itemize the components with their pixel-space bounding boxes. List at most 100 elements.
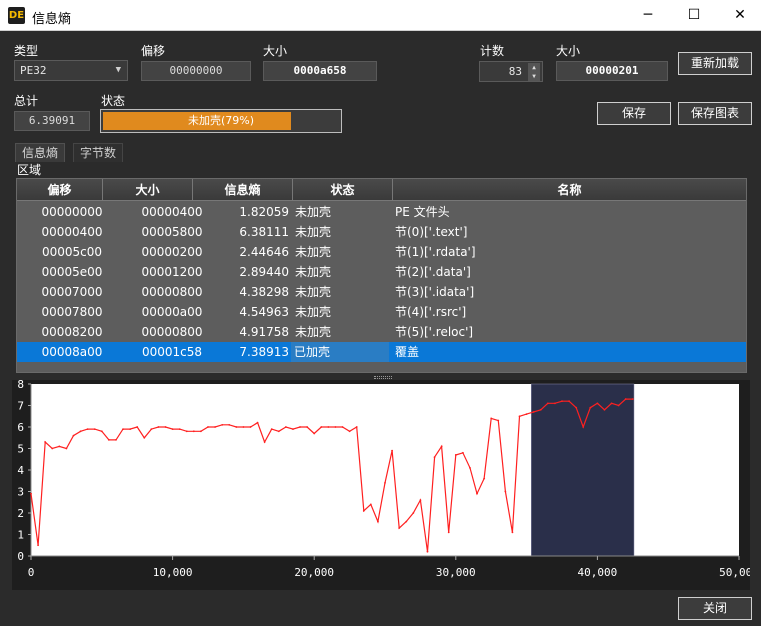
data-point xyxy=(596,402,599,405)
column-header-offset[interactable]: 偏移 xyxy=(17,179,103,201)
column-header-name[interactable]: 名称 xyxy=(393,179,746,201)
y-tick-label: 6 xyxy=(17,421,24,434)
table-row[interactable]: 00008200 00000800 4.91758 未加壳 节(5)['.reloc'] xyxy=(17,322,746,342)
data-point xyxy=(30,492,32,495)
tab-bytes[interactable]: 字节数 xyxy=(73,143,124,162)
chevron-down-icon: ▼ xyxy=(115,65,121,75)
data-point xyxy=(214,426,216,428)
data-point xyxy=(504,490,507,493)
size2-field[interactable]: 00000201 xyxy=(556,61,668,81)
column-header-size[interactable]: 大小 xyxy=(103,179,193,201)
data-point xyxy=(157,426,160,428)
close-icon[interactable]: ✕ xyxy=(717,0,761,31)
table-row[interactable]: 00007000 00000800 4.38298 未加壳 节(3)['.idata'] xyxy=(17,282,746,302)
data-point xyxy=(419,499,422,501)
data-point xyxy=(320,426,323,428)
y-tick-label: 1 xyxy=(17,529,24,542)
data-point xyxy=(143,436,146,439)
x-tick-label: 30,000 xyxy=(436,566,476,579)
data-point xyxy=(398,527,401,529)
cell-offset: 00007800 xyxy=(41,305,103,319)
count-spinbox[interactable]: 83 ▲ ▼ xyxy=(479,61,543,82)
size-label: 大小 xyxy=(263,44,288,58)
cell-entropy: 1.82059 xyxy=(239,205,289,219)
data-point xyxy=(200,430,202,433)
table-row[interactable]: 00007800 00000a00 4.54963 未加壳 节(4)['.rsrc'] xyxy=(17,302,746,322)
spin-up-icon[interactable]: ▲ xyxy=(528,63,540,72)
table-row[interactable]: 00005e00 00001200 2.89440 未加壳 节(2)['.data'] xyxy=(17,262,746,282)
data-point xyxy=(355,426,358,428)
entropy-chart: 0 1 2 3 4 5 6 7 8 0 10,000 20,000 30,000 40,000 50,000 xyxy=(12,380,750,590)
cell-name: 节(1)['.rdata'] xyxy=(395,245,476,259)
offset-field[interactable]: 00000000 xyxy=(141,61,251,81)
type-label: 类型 xyxy=(14,44,39,58)
app-icon: DE xyxy=(8,7,25,24)
data-point xyxy=(79,430,82,433)
table-row[interactable]: 00000400 00005800 6.38111 未加壳 节(0)['.text'] xyxy=(17,222,746,242)
table-row[interactable]: 00000000 00000400 1.82059 未加壳 PE 文件头 xyxy=(17,202,746,222)
data-point xyxy=(164,426,167,428)
cell-offset: 00008a00 xyxy=(41,345,103,359)
table-row[interactable]: 00008a00 00001c58 7.38913 已加壳 覆盖 xyxy=(17,342,746,362)
type-select[interactable]: PE32 ▼ xyxy=(14,60,128,81)
data-point xyxy=(433,456,436,458)
size-field[interactable]: 0000a658 xyxy=(263,61,377,81)
data-point xyxy=(221,423,224,426)
splitter-handle[interactable] xyxy=(374,376,392,379)
data-point xyxy=(284,426,287,428)
table-row[interactable]: 00005c00 00000200 2.44646 未加壳 节(1)['.rdata'] xyxy=(17,242,746,262)
cell-entropy: 4.91758 xyxy=(239,325,289,339)
spin-down-icon[interactable]: ▼ xyxy=(528,72,540,81)
cell-name: 覆盖 xyxy=(395,345,420,359)
cell-status: 未加壳 xyxy=(295,225,332,239)
cell-offset: 00008200 xyxy=(41,325,103,339)
reload-button[interactable]: 重新加载 xyxy=(678,52,752,75)
minimize-icon[interactable]: ─ xyxy=(625,0,671,31)
data-point xyxy=(447,531,450,534)
maximize-icon[interactable]: ☐ xyxy=(671,0,717,31)
data-point xyxy=(292,428,294,431)
column-header-entropy[interactable]: 信息熵 xyxy=(193,179,293,201)
tab-entropy[interactable]: 信息熵 xyxy=(15,143,66,162)
cell-offset: 00000400 xyxy=(41,225,103,239)
data-point xyxy=(256,421,259,424)
data-point xyxy=(185,430,188,433)
close-button[interactable]: 关闭 xyxy=(678,597,752,620)
y-tick-label: 2 xyxy=(17,507,24,520)
data-point xyxy=(207,426,209,428)
region-label: 区域 xyxy=(17,163,42,177)
type-select-value: PE32 xyxy=(20,64,47,77)
data-point xyxy=(100,430,103,433)
count-value: 83 xyxy=(508,65,522,78)
data-point xyxy=(263,441,266,443)
data-point xyxy=(405,520,408,523)
save-button[interactable]: 保存 xyxy=(597,102,671,125)
column-header-status[interactable]: 状态 xyxy=(293,179,393,201)
cell-status: 未加壳 xyxy=(295,205,332,219)
x-tick-label: 0 xyxy=(28,566,35,579)
data-point xyxy=(546,402,549,405)
y-tick-label: 3 xyxy=(17,486,24,499)
data-point xyxy=(426,550,429,553)
data-point xyxy=(51,447,54,450)
data-point xyxy=(377,520,379,523)
data-point xyxy=(115,439,117,441)
data-point xyxy=(192,430,195,433)
data-point xyxy=(440,445,443,448)
total-field[interactable]: 6.39091 xyxy=(14,111,90,131)
data-point xyxy=(391,449,393,452)
data-point xyxy=(86,428,89,431)
save-chart-button[interactable]: 保存图表 xyxy=(678,102,752,125)
data-point xyxy=(589,406,592,409)
y-tick-label: 7 xyxy=(17,400,24,413)
x-tick-label: 20,000 xyxy=(294,566,334,579)
cell-offset: 00005e00 xyxy=(41,265,103,279)
x-tick-label: 40,000 xyxy=(578,566,618,579)
data-point xyxy=(461,451,464,454)
cell-status: 已加壳 xyxy=(291,342,389,362)
data-point xyxy=(107,439,110,441)
data-point xyxy=(532,411,535,413)
status-progress-bar: 未加壳(79%) xyxy=(100,109,342,133)
highlight-region[interactable] xyxy=(530,383,635,557)
data-point xyxy=(306,426,309,428)
